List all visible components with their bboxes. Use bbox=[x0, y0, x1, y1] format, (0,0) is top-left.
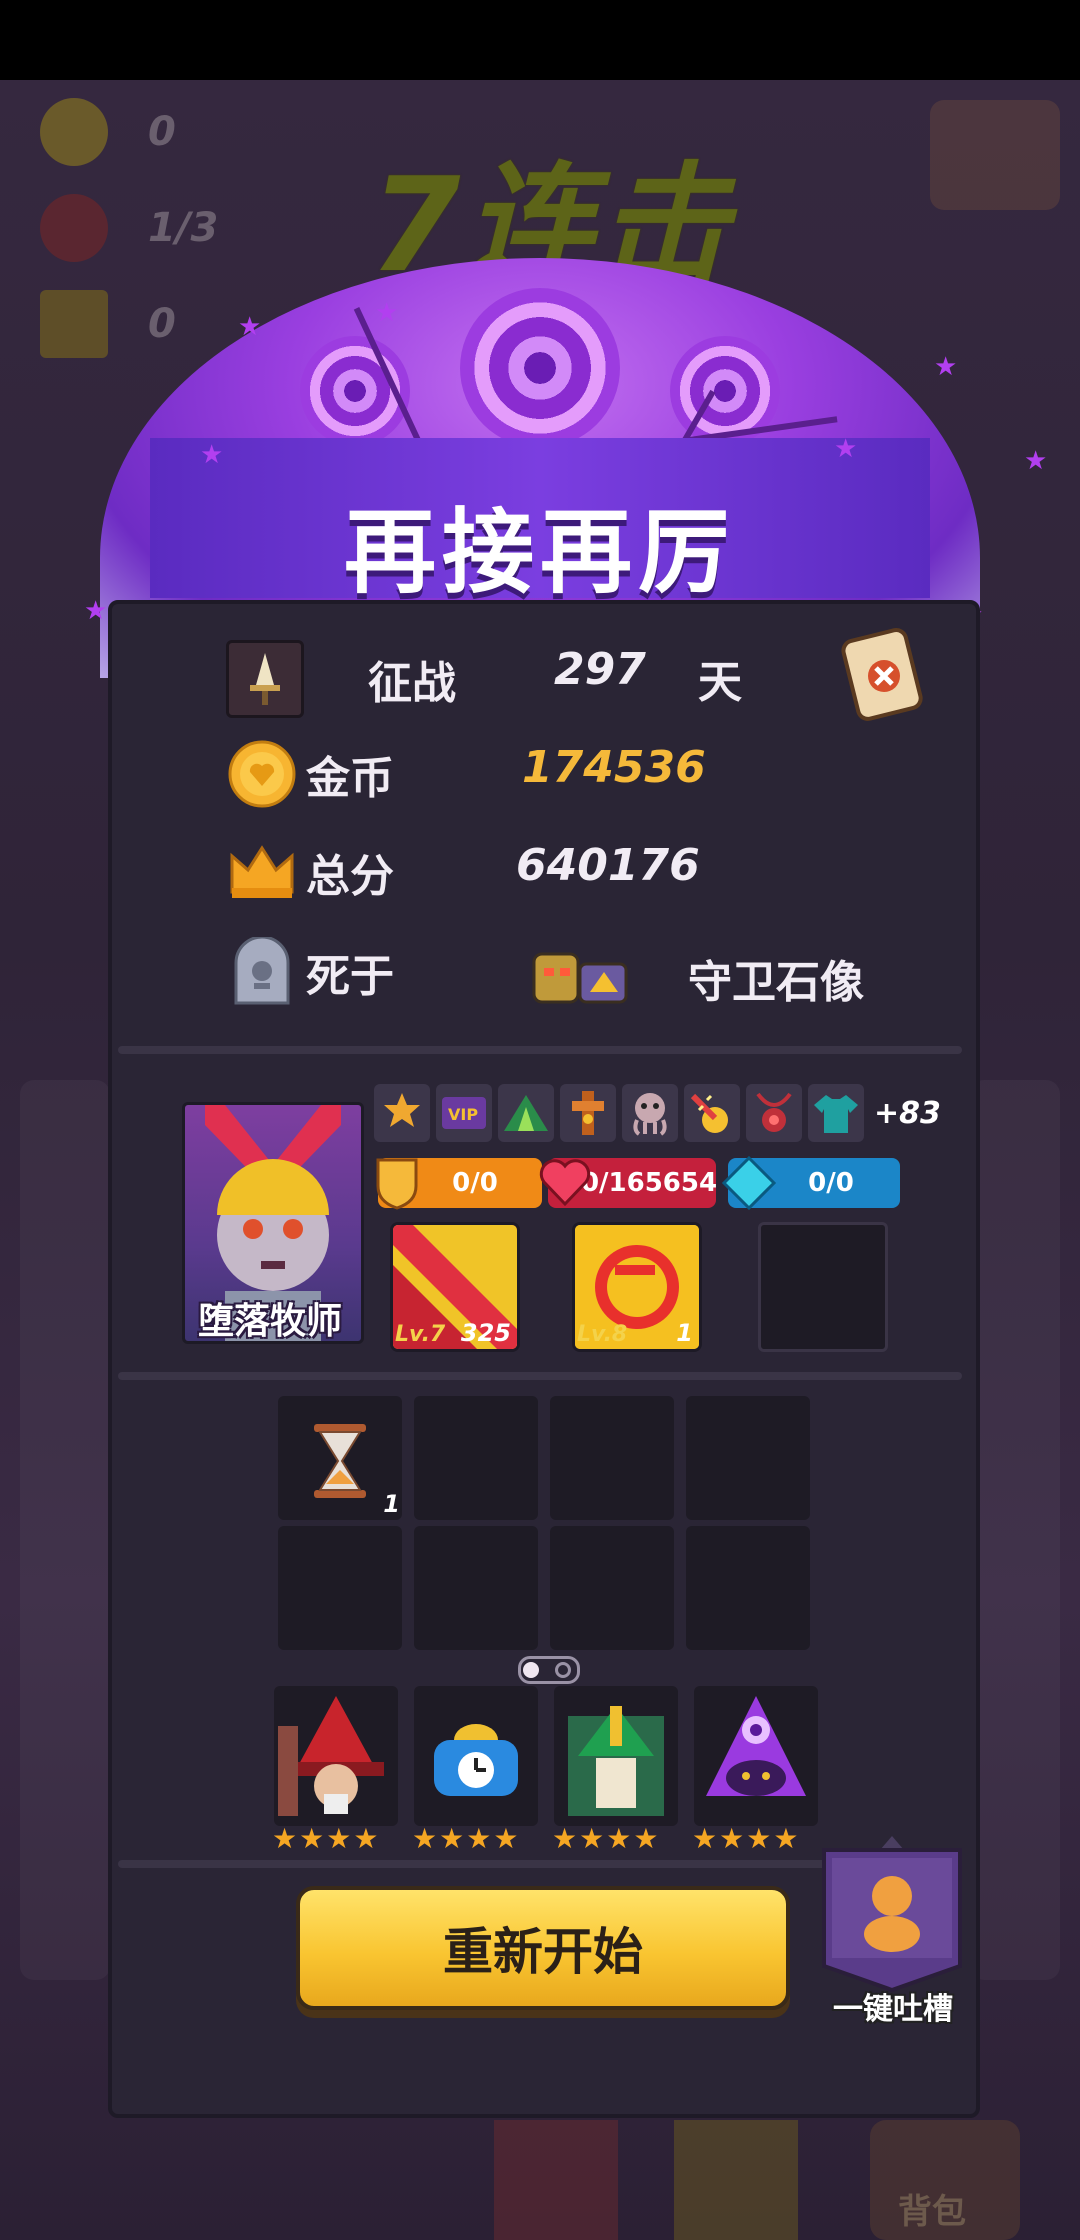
item-slot-empty[interactable] bbox=[758, 1222, 888, 1352]
character-stars: ★ ★ ★ ★ bbox=[272, 1822, 379, 1855]
green-archer-icon bbox=[568, 1706, 664, 1816]
amulet-icon[interactable] bbox=[746, 1084, 802, 1142]
inventory-slot[interactable] bbox=[550, 1396, 674, 1520]
score-row: 总分 bbox=[226, 836, 394, 908]
bag-label[interactable]: 背包 bbox=[898, 2184, 966, 2233]
hud-crowns-value: 0 bbox=[148, 301, 176, 347]
inventory-count: 1 bbox=[383, 1490, 400, 1518]
fire-cannon-icon[interactable] bbox=[684, 1084, 740, 1142]
dialog-title: 再接再厉 bbox=[343, 499, 736, 606]
heart-coin-icon bbox=[40, 98, 108, 166]
inventory-slot[interactable] bbox=[278, 1526, 402, 1650]
gold-row: 金币 bbox=[226, 738, 394, 810]
separator bbox=[118, 1046, 962, 1054]
blue-clock-icon bbox=[434, 1724, 518, 1796]
vip-card-icon[interactable]: VIP bbox=[436, 1084, 492, 1142]
inventory-slot[interactable] bbox=[550, 1526, 674, 1650]
totem-icon[interactable] bbox=[560, 1084, 616, 1142]
character-card[interactable] bbox=[694, 1686, 818, 1826]
mana-text: 0/0 bbox=[808, 1168, 854, 1198]
crown-icon bbox=[226, 836, 298, 908]
crown-icon bbox=[40, 290, 108, 358]
hp-bar: 0/165654 bbox=[539, 1158, 718, 1208]
score-value: 640176 bbox=[516, 840, 700, 891]
score-label: 总分 bbox=[306, 851, 394, 902]
days-unit: 天 bbox=[698, 657, 742, 708]
restart-button[interactable]: 重新开始 bbox=[296, 1886, 790, 2010]
died-row: 死于 bbox=[226, 936, 394, 1008]
character-stars: ★ ★ ★ ★ bbox=[412, 1822, 519, 1855]
red-wizard-icon bbox=[278, 1696, 384, 1816]
hud-crowns: 0 bbox=[40, 290, 176, 358]
green-shirt-icon[interactable] bbox=[808, 1084, 864, 1142]
relic-more-count[interactable]: +83 bbox=[874, 1096, 941, 1131]
demon-icon bbox=[40, 194, 108, 262]
purple-eye-mage-icon bbox=[706, 1696, 806, 1796]
character-stars: ★ ★ ★ ★ bbox=[552, 1822, 659, 1855]
hp-text: 0/165654 bbox=[580, 1168, 718, 1198]
page-dot bbox=[555, 1662, 571, 1678]
relic-list: VIP +83 bbox=[374, 1084, 941, 1142]
hud-hearts-value: 0 bbox=[148, 109, 176, 155]
item-red-rod[interactable]: Lv.7 325 bbox=[390, 1222, 520, 1352]
item-yellow-mask[interactable]: Lv.8 1 bbox=[572, 1222, 702, 1352]
character-card[interactable] bbox=[414, 1686, 538, 1826]
hud-demons: 1/3 bbox=[40, 194, 218, 262]
scroll-icon[interactable] bbox=[838, 620, 930, 724]
hourglass-icon bbox=[314, 1424, 366, 1498]
heart-icon bbox=[539, 1159, 591, 1207]
feedback-label: 一键吐槽 bbox=[833, 1992, 953, 2027]
octopus-icon[interactable] bbox=[622, 1084, 678, 1142]
feedback-button[interactable] bbox=[822, 1836, 962, 1996]
gold-value: 174536 bbox=[522, 742, 706, 793]
svg-text:VIP: VIP bbox=[448, 1105, 478, 1124]
days-row: 征战 bbox=[226, 640, 456, 718]
character-card[interactable] bbox=[554, 1686, 678, 1826]
diamond-icon bbox=[722, 1156, 776, 1210]
hud-hearts: 0 bbox=[40, 98, 176, 166]
shield-text: 0/0 bbox=[452, 1168, 498, 1198]
inventory-slot[interactable]: 1 bbox=[278, 1396, 402, 1520]
shield-bar: 0/0 bbox=[376, 1158, 542, 1210]
stone-guardian-icon bbox=[528, 944, 632, 1006]
inventory-slot[interactable] bbox=[414, 1526, 538, 1650]
dome-eye-center bbox=[460, 288, 620, 448]
page-dot-active bbox=[523, 1662, 539, 1678]
days-label: 征战 bbox=[368, 658, 456, 709]
status-bar bbox=[0, 0, 1080, 80]
gold-label: 金币 bbox=[306, 753, 394, 804]
died-label: 死于 bbox=[306, 951, 394, 1002]
item-count: 1 bbox=[676, 1319, 693, 1347]
character-card[interactable] bbox=[274, 1686, 398, 1826]
sword-icon bbox=[226, 640, 304, 718]
tent-icon[interactable] bbox=[498, 1084, 554, 1142]
mana-bar: 0/0 bbox=[722, 1156, 900, 1210]
days-value: 297 bbox=[554, 644, 646, 695]
separator bbox=[118, 1372, 962, 1380]
hero-name: 堕落牧师 bbox=[197, 1301, 342, 1342]
inventory-slot[interactable] bbox=[414, 1396, 538, 1520]
character-stars: ★ ★ ★ ★ bbox=[692, 1822, 799, 1855]
item-count: 325 bbox=[460, 1319, 511, 1347]
inventory-slot[interactable] bbox=[686, 1526, 810, 1650]
hud-demons-value: 1/3 bbox=[148, 205, 219, 251]
page-indicator[interactable] bbox=[518, 1656, 580, 1684]
shield-icon bbox=[376, 1158, 418, 1210]
sheriff-badge-icon[interactable] bbox=[374, 1084, 430, 1142]
killer-name: 守卫石像 bbox=[688, 957, 864, 1008]
item-level: Lv.8 bbox=[577, 1322, 628, 1347]
tombstone-icon bbox=[226, 936, 298, 1008]
gold-coin-icon bbox=[226, 738, 298, 810]
item-level: Lv.7 bbox=[395, 1322, 446, 1347]
inventory-slot[interactable] bbox=[686, 1396, 810, 1520]
